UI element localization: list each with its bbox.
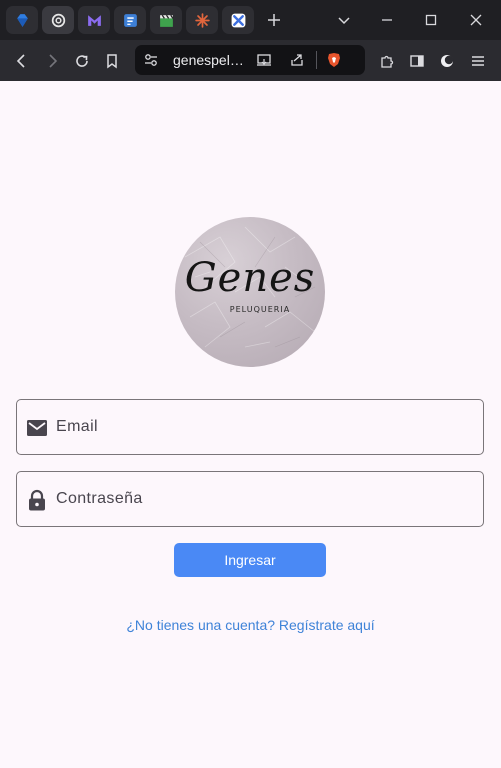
clapperboard-icon	[159, 14, 173, 27]
tab-sparkle[interactable]	[186, 6, 218, 34]
maximize-icon	[425, 14, 437, 26]
logo-subtitle: PELUQUERIA	[229, 305, 291, 314]
sparkle-burst-icon	[194, 12, 210, 28]
m-logo-icon	[87, 14, 101, 26]
register-link[interactable]: ¿No tienes una cuenta? Regístrate aquí	[0, 617, 501, 633]
tab-clapper[interactable]	[150, 6, 182, 34]
reload-button[interactable]	[71, 50, 93, 72]
menu-button[interactable]	[467, 50, 489, 72]
share-icon[interactable]	[289, 52, 305, 68]
tools-icon	[231, 13, 245, 27]
browser-tab-strip	[0, 0, 501, 40]
email-input[interactable]	[56, 408, 476, 446]
document-list-icon	[123, 13, 137, 27]
minimize-button[interactable]	[377, 10, 397, 30]
minimize-icon	[382, 19, 392, 21]
login-page: Genes PELUQUERIA Ingresar ¿No tienes una…	[0, 81, 501, 768]
tab-search-button[interactable]	[334, 10, 354, 30]
arrow-left-icon	[16, 54, 25, 68]
openai-icon	[51, 13, 65, 27]
close-icon	[470, 14, 482, 26]
url-text[interactable]: genespel…	[173, 52, 245, 68]
sidebar-button[interactable]	[406, 50, 428, 72]
plus-icon	[268, 14, 280, 26]
cast-icon[interactable]	[256, 52, 272, 68]
address-bar[interactable]: genespel…	[135, 45, 365, 75]
tab-docs[interactable]	[114, 6, 146, 34]
password-input[interactable]	[56, 480, 476, 518]
extensions-button[interactable]	[376, 50, 398, 72]
maximize-button[interactable]	[421, 10, 441, 30]
mail-icon	[26, 417, 48, 439]
tab-openai[interactable]	[42, 6, 74, 34]
brave-shields-icon[interactable]	[326, 52, 342, 68]
logo: Genes PELUQUERIA	[175, 217, 325, 367]
tab-tools[interactable]	[222, 6, 254, 34]
arrow-right-icon	[49, 54, 58, 68]
close-window-button[interactable]	[466, 10, 486, 30]
address-bar-divider	[316, 51, 317, 69]
back-button[interactable]	[11, 50, 33, 72]
hamburger-menu-icon	[472, 56, 484, 66]
puzzle-icon	[381, 55, 394, 68]
tab-m[interactable]	[78, 6, 110, 34]
new-tab-button[interactable]	[264, 10, 284, 30]
bookmark-button[interactable]	[101, 50, 123, 72]
reload-icon	[76, 55, 88, 67]
email-field	[16, 399, 484, 455]
bookmark-icon	[107, 54, 117, 69]
password-field	[16, 471, 484, 527]
logo-title: Genes	[184, 255, 316, 301]
tab-gem[interactable]	[6, 6, 38, 34]
gem-icon	[16, 13, 28, 27]
chevron-down-icon	[338, 17, 350, 25]
leo-ai-button[interactable]	[436, 50, 458, 72]
site-settings-icon[interactable]	[143, 52, 159, 68]
sidebar-icon	[410, 55, 424, 67]
crescent-icon	[441, 55, 454, 67]
login-button[interactable]: Ingresar	[174, 543, 326, 577]
forward-button[interactable]	[41, 50, 63, 72]
lock-icon	[26, 489, 48, 511]
